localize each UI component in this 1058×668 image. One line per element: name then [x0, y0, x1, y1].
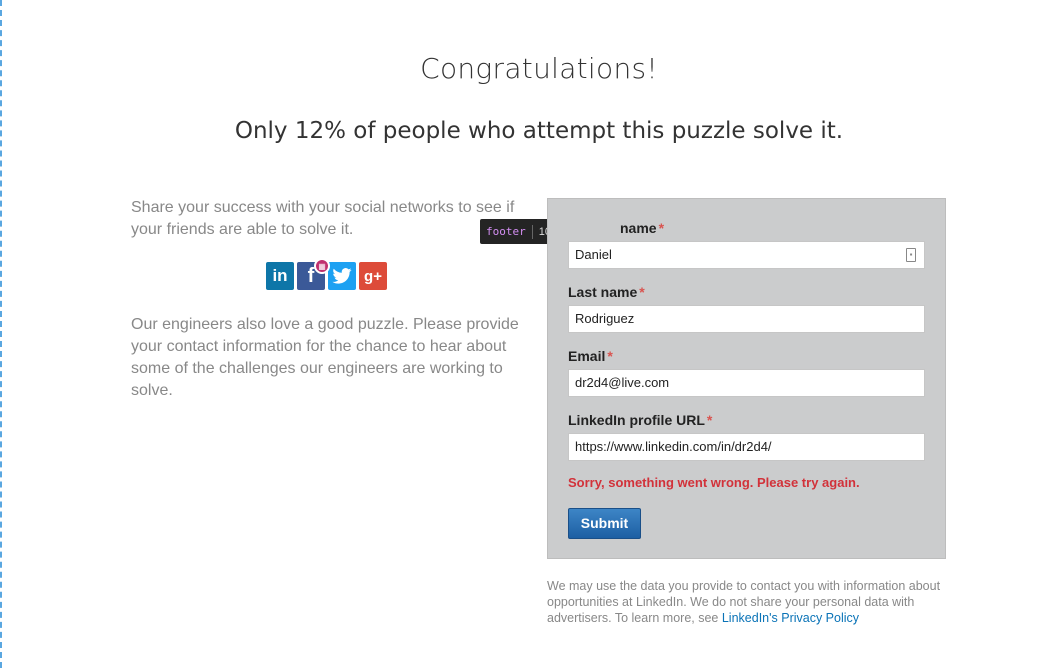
submit-button[interactable]: Submit: [568, 508, 641, 539]
last-name-label: Last name *: [568, 284, 645, 300]
twitter-bird-glyph: [332, 268, 352, 284]
autofill-contact-icon[interactable]: ▪: [906, 248, 916, 262]
tooltip-tag: footer: [486, 225, 526, 238]
required-mark: *: [658, 220, 665, 236]
linkedin-glyph: in: [272, 266, 288, 285]
error-message: Sorry, something went wrong. Please try …: [568, 475, 860, 490]
required-mark: *: [607, 348, 613, 364]
page-boundary-guide: [0, 0, 2, 668]
linkedin-url-value: https://www.linkedin.com/in/dr2d4/: [575, 439, 772, 454]
first-name-field[interactable]: Daniel ▪: [568, 241, 925, 269]
first-name-label-text: name: [620, 220, 657, 236]
contact-form: name * Daniel ▪ Last name * Rodriguez Emai…: [547, 198, 946, 559]
required-mark: *: [706, 412, 713, 428]
email-value: dr2d4@live.com: [575, 375, 670, 390]
linkedin-icon[interactable]: in: [266, 262, 294, 290]
linkedin-url-label-text: LinkedIn profile URL: [568, 412, 705, 428]
email-field[interactable]: dr2d4@live.com: [568, 369, 925, 397]
first-name-label: name *: [620, 220, 664, 236]
twitter-icon[interactable]: [328, 262, 356, 290]
last-name-field[interactable]: Rodriguez: [568, 305, 925, 333]
email-label: Email *: [568, 348, 613, 364]
engineers-text: Our engineers also love a good puzzle. P…: [131, 316, 519, 399]
privacy-disclaimer: We may use the data you provide to conta…: [547, 578, 947, 626]
google-plus-glyph: g+: [364, 267, 382, 285]
share-text: Share your success with your social netw…: [131, 199, 515, 238]
page-title: Congratulations!: [420, 52, 658, 85]
privacy-policy-link[interactable]: LinkedIn's Privacy Policy: [722, 611, 859, 625]
google-plus-icon[interactable]: g+: [359, 262, 387, 290]
last-name-label-text: Last name: [568, 284, 638, 300]
extension-badge-icon: ▦: [314, 258, 330, 274]
page-subtitle: Only 12% of people who attempt this puzz…: [234, 118, 844, 144]
linkedin-url-label: LinkedIn profile URL *: [568, 412, 712, 428]
first-name-value: Daniel: [575, 247, 612, 262]
required-mark: *: [639, 284, 645, 300]
email-label-text: Email: [568, 348, 606, 364]
last-name-value: Rodriguez: [575, 311, 635, 326]
linkedin-url-field[interactable]: https://www.linkedin.com/in/dr2d4/: [568, 433, 925, 461]
